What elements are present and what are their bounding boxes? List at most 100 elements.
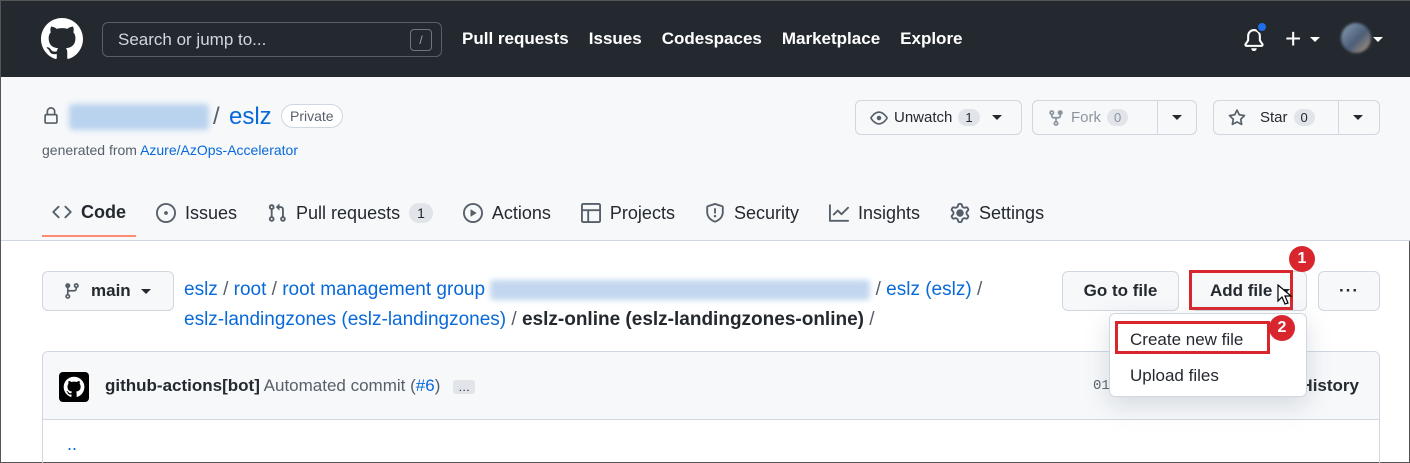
tab-security[interactable]: Security bbox=[695, 189, 809, 237]
play-icon bbox=[462, 203, 483, 223]
tab-code[interactable]: Code bbox=[42, 189, 136, 237]
mouse-cursor-icon bbox=[1277, 284, 1293, 306]
breadcrumb-separator: / bbox=[271, 279, 277, 300]
issue-icon bbox=[156, 203, 176, 223]
template-link[interactable]: Azure/AzOps-Accelerator bbox=[140, 142, 298, 158]
commit-message[interactable]: Automated commit ( bbox=[264, 376, 416, 395]
code-icon bbox=[52, 205, 72, 219]
tab-pull-requests[interactable]: Pull requests 1 bbox=[257, 189, 443, 237]
expand-commit-message-button[interactable]: … bbox=[453, 379, 476, 394]
nav-issues[interactable]: Issues bbox=[589, 29, 642, 49]
fork-icon bbox=[1049, 109, 1063, 126]
nav-marketplace[interactable]: Marketplace bbox=[782, 29, 880, 49]
template-source: generated from Azure/AzOps-Accelerator bbox=[42, 142, 298, 158]
tab-issues-label: Issues bbox=[185, 202, 238, 223]
breadcrumb-separator: / bbox=[223, 279, 229, 300]
parent-directory-link[interactable]: .. bbox=[67, 434, 77, 455]
table-icon bbox=[580, 203, 601, 223]
nav-codespaces[interactable]: Codespaces bbox=[662, 29, 762, 49]
eye-icon bbox=[870, 110, 888, 125]
go-to-file-button[interactable]: Go to file bbox=[1062, 271, 1179, 311]
tab-actions[interactable]: Actions bbox=[453, 189, 561, 237]
breadcrumb-management-group-link[interactable]: root management group bbox=[282, 279, 485, 300]
watch-count: 1 bbox=[958, 109, 980, 126]
more-options-button[interactable]: ··· bbox=[1318, 271, 1380, 311]
github-actions-avatar[interactable] bbox=[59, 372, 89, 402]
tab-actions-label: Actions bbox=[491, 202, 551, 223]
branch-name: main bbox=[91, 281, 131, 300]
pull-request-icon bbox=[268, 203, 286, 222]
star-label: Star bbox=[1260, 109, 1288, 126]
create-new-plus-icon[interactable]: + bbox=[1285, 25, 1301, 53]
repo-name-link[interactable]: eslz bbox=[229, 103, 272, 131]
chevron-down-icon bbox=[1353, 115, 1363, 120]
tab-settings[interactable]: Settings bbox=[940, 189, 1054, 237]
breadcrumb-separator: / bbox=[976, 279, 983, 300]
search-shortcut-key: / bbox=[410, 29, 432, 51]
commit-pr-link[interactable]: #6 bbox=[416, 376, 435, 395]
breadcrumb-landingzones-link[interactable]: eslz-landingzones (eslz-landingzones) bbox=[184, 309, 506, 330]
tab-settings-label: Settings bbox=[979, 202, 1045, 223]
fork-button[interactable]: Fork 0 bbox=[1033, 101, 1157, 134]
branch-icon bbox=[65, 283, 79, 299]
chevron-down-icon bbox=[140, 288, 151, 294]
tab-insights-label: Insights bbox=[857, 202, 921, 223]
watch-button-group: Unwatch 1 bbox=[855, 100, 1022, 135]
search-placeholder: Search or jump to... bbox=[118, 30, 267, 49]
pull-requests-count: 1 bbox=[409, 203, 433, 223]
github-logo-icon[interactable] bbox=[41, 18, 83, 60]
tab-pull-requests-label: Pull requests bbox=[296, 202, 401, 223]
breadcrumb-current: eslz-online (eslz-landingzones-online) bbox=[521, 309, 864, 330]
commit-author-link[interactable]: github-actions[bot] bbox=[105, 376, 260, 395]
visibility-badge: Private bbox=[281, 104, 343, 128]
star-dropdown-button[interactable] bbox=[1338, 101, 1377, 134]
repo-path-separator: / bbox=[213, 103, 220, 130]
avatar[interactable] bbox=[1341, 23, 1371, 53]
tab-projects[interactable]: Projects bbox=[571, 189, 685, 237]
star-icon bbox=[1228, 108, 1246, 125]
tab-insights[interactable]: Insights bbox=[819, 189, 930, 237]
callout-badge-1: 1 bbox=[1289, 246, 1315, 272]
tab-issues[interactable]: Issues bbox=[146, 189, 247, 237]
chevron-down-icon[interactable] bbox=[1310, 37, 1320, 42]
branch-selector[interactable]: main bbox=[42, 271, 174, 311]
commit-sha[interactable]: 01 bbox=[1093, 378, 1110, 394]
unwatch-button[interactable]: Unwatch 1 bbox=[856, 101, 1010, 134]
history-link[interactable]: History bbox=[1300, 376, 1359, 396]
callout-badge-2: 2 bbox=[1269, 315, 1295, 341]
repo-header: / eslz Private generated from Azure/AzOp… bbox=[1, 77, 1410, 241]
fork-label: Fork bbox=[1071, 109, 1101, 126]
breadcrumb-blurred-id[interactable] bbox=[490, 279, 871, 300]
search-input[interactable]: Search or jump to... / bbox=[102, 22, 442, 57]
generated-prefix: generated from bbox=[42, 142, 141, 158]
fork-dropdown-button[interactable] bbox=[1157, 101, 1196, 134]
chevron-down-icon bbox=[991, 115, 1002, 120]
callout-highlight-create-new-file bbox=[1115, 321, 1270, 354]
tab-code-label: Code bbox=[81, 201, 126, 222]
upload-files-menu-item[interactable]: Upload files bbox=[1130, 366, 1219, 386]
star-count: 0 bbox=[1293, 109, 1315, 126]
lock-icon bbox=[42, 107, 60, 125]
star-button-group: Star 0 bbox=[1213, 100, 1380, 135]
graph-icon bbox=[828, 204, 849, 222]
repo-tabs: Code Issues Pull requests 1 Actions Proj… bbox=[42, 189, 1064, 237]
breadcrumb-eslz-link[interactable]: eslz (eslz) bbox=[886, 279, 972, 300]
breadcrumb-repo-link[interactable]: eslz bbox=[184, 279, 218, 300]
notification-dot-icon bbox=[1256, 21, 1268, 33]
breadcrumb-separator: / bbox=[875, 279, 881, 300]
star-button[interactable]: Star 0 bbox=[1214, 101, 1338, 134]
breadcrumb-separator: / bbox=[511, 309, 517, 330]
tab-security-label: Security bbox=[733, 202, 799, 223]
repo-owner-blurred[interactable] bbox=[69, 104, 209, 130]
gear-icon bbox=[950, 203, 970, 223]
commit-message-end: ) bbox=[434, 376, 441, 395]
top-header: Search or jump to... / Pull requests Iss… bbox=[1, 1, 1410, 77]
tab-projects-label: Projects bbox=[609, 202, 675, 223]
fork-count: 0 bbox=[1107, 109, 1129, 126]
nav-pull-requests[interactable]: Pull requests bbox=[462, 29, 569, 49]
unwatch-label: Unwatch bbox=[894, 109, 953, 126]
breadcrumb-root-link[interactable]: root bbox=[234, 279, 267, 300]
global-nav: Pull requests Issues Codespaces Marketpl… bbox=[462, 29, 963, 49]
chevron-down-icon[interactable] bbox=[1373, 37, 1383, 42]
nav-explore[interactable]: Explore bbox=[900, 29, 962, 49]
